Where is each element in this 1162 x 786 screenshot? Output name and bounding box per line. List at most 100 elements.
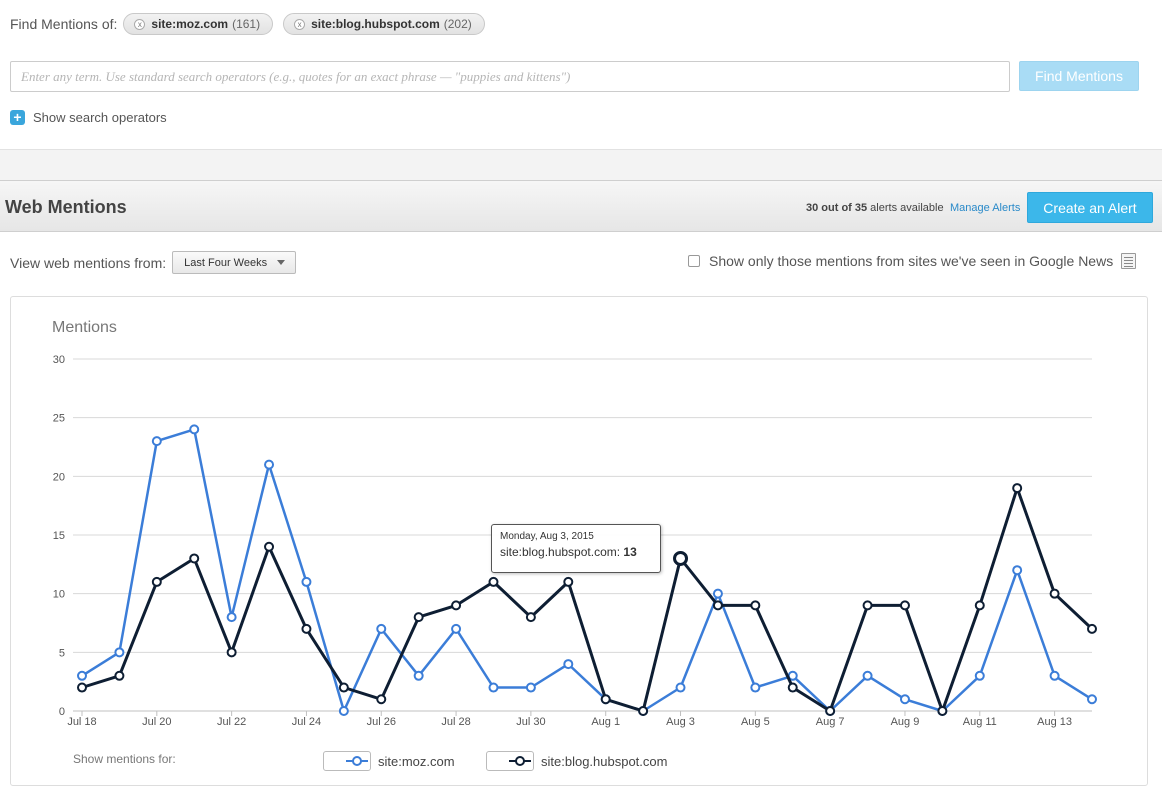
data-point bbox=[151, 436, 162, 447]
x-tick-label: Aug 9 bbox=[891, 716, 920, 728]
y-tick-label: 10 bbox=[53, 589, 65, 601]
y-tick-label: 0 bbox=[59, 706, 65, 718]
data-point bbox=[301, 576, 312, 587]
remove-chip-icon[interactable]: x bbox=[134, 18, 146, 30]
data-point bbox=[488, 576, 499, 587]
x-tick-label: Aug 7 bbox=[816, 716, 845, 728]
remove-chip-icon[interactable]: x bbox=[294, 18, 306, 30]
show-operators-toggle[interactable]: + Show search operators bbox=[10, 110, 167, 125]
data-point bbox=[413, 612, 424, 623]
chart-plot: 0 5 10 15 20 25 30 Jul 18 Jul 20 Jul 22 Jul 24 Jul … bbox=[53, 354, 1097, 728]
data-point bbox=[413, 670, 424, 681]
range-select[interactable]: Last Four Weeks bbox=[172, 251, 297, 274]
data-point bbox=[376, 694, 387, 705]
search-chip-hubspot[interactable]: x site:blog.hubspot.com (202) bbox=[283, 13, 485, 35]
legend-label: site:moz.com bbox=[378, 753, 455, 769]
data-point bbox=[226, 647, 237, 658]
y-tick-label: 5 bbox=[59, 647, 65, 659]
legend-toggle-moz[interactable] bbox=[323, 751, 371, 771]
newspaper-icon bbox=[1121, 253, 1137, 269]
data-point bbox=[376, 623, 387, 634]
data-point bbox=[189, 553, 200, 564]
data-point bbox=[264, 541, 275, 552]
x-tick-label: Jul 30 bbox=[516, 716, 545, 728]
data-point bbox=[937, 706, 948, 716]
search-chip-moz[interactable]: x site:moz.com (161) bbox=[123, 13, 274, 35]
x-tick-label: Jul 20 bbox=[142, 716, 171, 728]
alerts-available-text: 30 out of 35 alerts available bbox=[806, 202, 944, 214]
data-point bbox=[1049, 670, 1060, 681]
view-range-row: View web mentions from: Last Four Weeks bbox=[10, 251, 297, 274]
data-point bbox=[974, 670, 985, 681]
data-point bbox=[712, 600, 723, 611]
tooltip-value: 13 bbox=[623, 545, 637, 559]
show-operators-label[interactable]: Show search operators bbox=[33, 110, 167, 125]
data-point bbox=[600, 694, 611, 705]
x-tick-label: Jul 18 bbox=[67, 716, 96, 728]
legend-item-moz[interactable]: site:moz.com bbox=[323, 750, 455, 772]
data-point bbox=[264, 459, 275, 470]
data-point bbox=[712, 588, 723, 599]
google-news-checkbox[interactable] bbox=[688, 255, 700, 267]
data-point bbox=[1049, 588, 1060, 599]
data-point bbox=[451, 623, 462, 634]
legend-caption: Show mentions for: bbox=[73, 752, 176, 766]
chip-count: (202) bbox=[443, 17, 472, 31]
section-title: Web Mentions bbox=[5, 197, 127, 217]
x-tick-label: Aug 3 bbox=[666, 716, 695, 728]
data-point bbox=[1012, 483, 1023, 494]
chevron-down-icon bbox=[277, 260, 286, 265]
data-point bbox=[77, 670, 87, 681]
line-marker-icon bbox=[509, 756, 531, 766]
data-point bbox=[675, 682, 686, 693]
data-point bbox=[1087, 694, 1097, 705]
data-point bbox=[787, 682, 798, 693]
y-tick-label: 15 bbox=[53, 530, 65, 542]
data-point bbox=[862, 670, 873, 681]
x-tick-label: Aug 1 bbox=[591, 716, 620, 728]
manage-alerts-link[interactable]: Manage Alerts bbox=[950, 202, 1020, 214]
data-point bbox=[525, 612, 536, 623]
highlighted-point bbox=[673, 550, 689, 566]
legend-item-hubspot[interactable]: site:blog.hubspot.com bbox=[486, 750, 667, 772]
y-tick-label: 20 bbox=[53, 471, 65, 483]
data-point bbox=[114, 670, 125, 681]
data-point bbox=[638, 706, 649, 716]
data-point bbox=[899, 694, 910, 705]
data-point bbox=[1087, 623, 1097, 634]
x-tick-label: Aug 11 bbox=[963, 716, 997, 728]
data-point bbox=[899, 600, 910, 611]
x-tick-label: Jul 24 bbox=[292, 716, 321, 728]
chip-count: (161) bbox=[232, 17, 261, 31]
tooltip-series: site:blog.hubspot.com: bbox=[500, 545, 621, 559]
line-marker-icon bbox=[346, 756, 368, 766]
plus-icon[interactable]: + bbox=[10, 110, 25, 125]
data-point bbox=[338, 706, 349, 716]
legend-label: site:blog.hubspot.com bbox=[541, 753, 668, 769]
y-tick-label: 25 bbox=[53, 413, 65, 425]
x-tick-label: Jul 28 bbox=[441, 716, 470, 728]
tooltip-date: Monday, Aug 3, 2015 bbox=[500, 531, 594, 542]
data-point bbox=[563, 576, 574, 587]
create-alert-button[interactable]: Create an Alert bbox=[1027, 192, 1153, 223]
x-tick-label: Jul 22 bbox=[217, 716, 246, 728]
find-mentions-label: Find Mentions of: bbox=[10, 16, 118, 32]
data-point bbox=[974, 600, 985, 611]
search-input[interactable] bbox=[10, 61, 1010, 92]
chip-term: site:moz.com bbox=[151, 17, 229, 31]
series-line bbox=[81, 486, 1094, 713]
legend-toggle-hubspot[interactable] bbox=[486, 751, 534, 771]
data-point bbox=[825, 706, 836, 716]
chip-term: site:blog.hubspot.com bbox=[311, 17, 440, 31]
data-point bbox=[77, 682, 87, 693]
alerts-count: 30 out of 35 bbox=[806, 202, 868, 214]
data-point bbox=[750, 600, 761, 611]
google-news-filter: Show only those mentions from sites we'v… bbox=[688, 253, 1137, 269]
data-point bbox=[563, 659, 574, 670]
data-point bbox=[338, 682, 349, 693]
data-point bbox=[226, 612, 237, 623]
find-mentions-button[interactable]: Find Mentions bbox=[1019, 61, 1139, 91]
divider-band bbox=[0, 149, 1162, 180]
google-news-label[interactable]: Show only those mentions from sites we'v… bbox=[709, 253, 1113, 269]
data-point bbox=[488, 682, 499, 693]
